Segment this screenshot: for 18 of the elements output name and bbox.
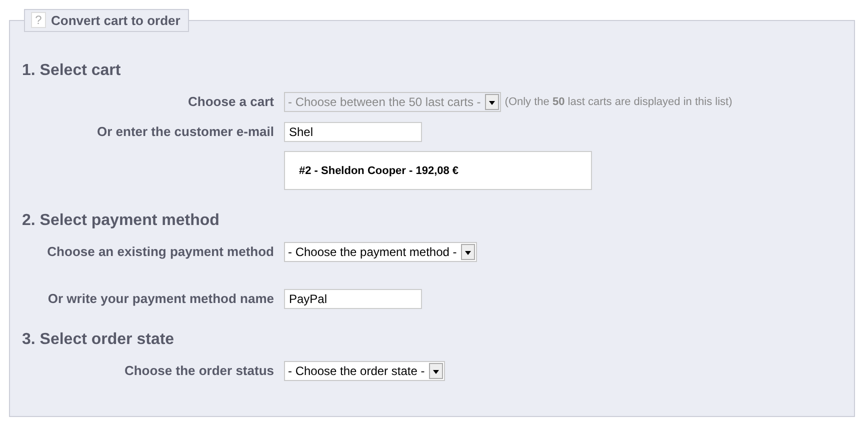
caret-icon (484, 94, 499, 110)
panel-title: Convert cart to order (51, 12, 180, 28)
field-label: Or write your payment method name (46, 291, 275, 306)
input-field[interactable]: PayPal (284, 288, 422, 308)
field-label: Choose the order status (123, 363, 275, 378)
field-label: Choose a cart (187, 94, 275, 109)
dropdown[interactable]: - Choose the payment method - (284, 242, 477, 262)
input-field[interactable]: Shel (284, 122, 422, 142)
field-label: Or enter the customer e-mail (96, 124, 275, 139)
section-heading: 2. Select payment method (22, 212, 220, 231)
search-result[interactable]: #2 - Sheldon Cooper - 192,08 € (284, 151, 592, 190)
section-heading: 1. Select cart (22, 62, 122, 81)
hint-text: (Only the 50 last carts are displayed in this list) (504, 96, 732, 108)
section-heading: 3. Select order state (22, 331, 176, 350)
caret-icon (460, 244, 475, 260)
field-label: Choose an existing payment method (46, 244, 275, 259)
dropdown[interactable]: - Choose the order state - (284, 360, 445, 380)
caret-icon (428, 362, 443, 378)
